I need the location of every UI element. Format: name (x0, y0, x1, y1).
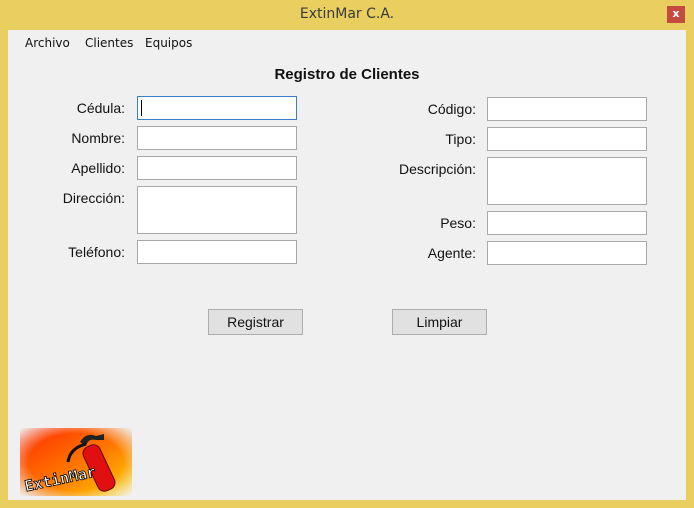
menu-clientes[interactable]: Clientes (85, 36, 133, 50)
app-window: ExtinMar C.A. x Archivo Clientes Equipos… (0, 0, 694, 508)
direccion-field[interactable] (137, 186, 297, 234)
client-area: Archivo Clientes Equipos Registro de Cli… (8, 30, 686, 500)
apellido-label: Apellido: (71, 160, 125, 176)
clear-button[interactable]: Limpiar (392, 309, 487, 335)
menu-bar: Archivo Clientes Equipos (8, 30, 686, 54)
direccion-label: Dirección: (62, 190, 125, 206)
cedula-label: Cédula: (76, 100, 125, 116)
peso-field[interactable] (487, 211, 647, 235)
register-button[interactable]: Registrar (208, 309, 303, 335)
descripcion-field[interactable] (487, 157, 647, 205)
text-caret (141, 100, 142, 116)
descripcion-label: Descripción: (398, 161, 476, 177)
agente-field[interactable] (487, 241, 647, 265)
tipo-label: Tipo: (445, 131, 476, 147)
codigo-field[interactable] (487, 97, 647, 121)
menu-equipos[interactable]: Equipos (145, 36, 192, 50)
telefono-field[interactable] (137, 240, 297, 264)
agente-label: Agente: (427, 245, 476, 261)
menu-archivo[interactable]: Archivo (25, 36, 70, 50)
title-bar[interactable]: ExtinMar C.A. x (0, 0, 694, 30)
telefono-label: Teléfono: (68, 244, 125, 260)
nombre-field[interactable] (137, 126, 297, 150)
peso-label: Peso: (440, 215, 476, 231)
apellido-field[interactable] (137, 156, 297, 180)
codigo-label: Código: (427, 101, 476, 117)
nombre-label: Nombre: (71, 130, 125, 146)
extinmar-logo: ExtinMar (20, 428, 132, 496)
tipo-field[interactable] (487, 127, 647, 151)
window-title: ExtinMar C.A. (299, 6, 395, 22)
cedula-field[interactable] (137, 96, 297, 120)
close-button[interactable]: x (667, 6, 685, 23)
form-title: Registro de Clientes (274, 66, 420, 83)
